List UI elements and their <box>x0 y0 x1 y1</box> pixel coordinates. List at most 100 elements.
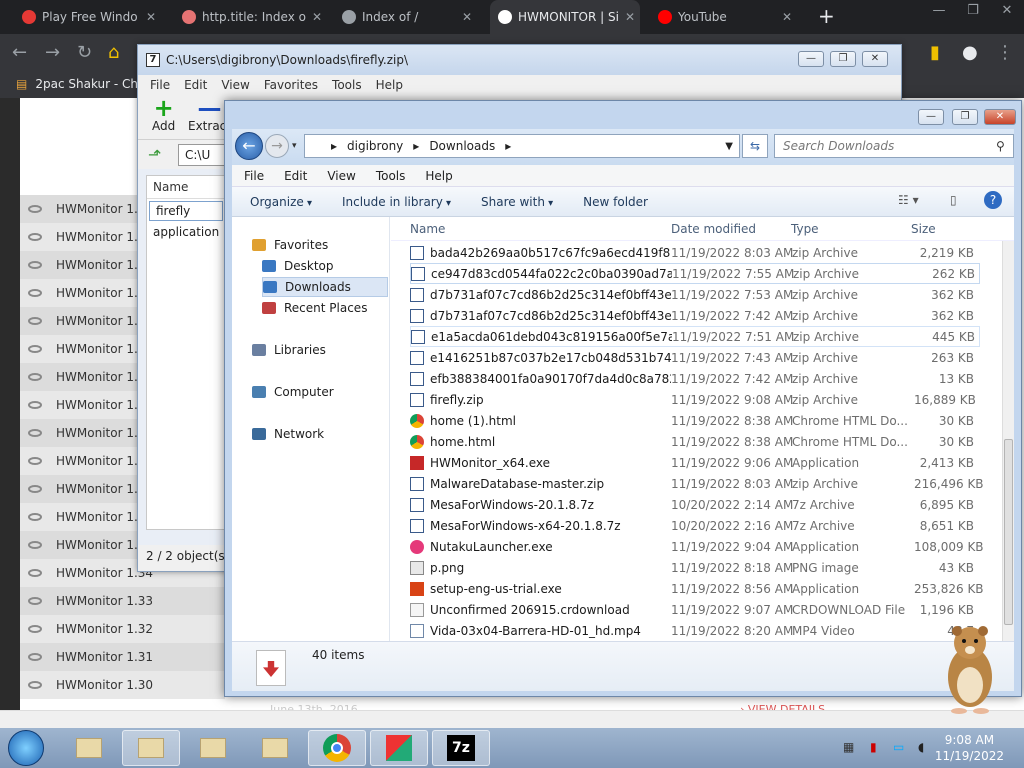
start-button[interactable] <box>8 730 44 766</box>
explorer-close-button[interactable]: ✕ <box>984 109 1016 125</box>
hwmonitor-version-row[interactable]: HWMonitor 1.33 <box>20 587 225 615</box>
7zip-menu-help[interactable]: Help <box>376 78 403 92</box>
7zip-item-firefly[interactable]: firefly <box>149 201 223 221</box>
file-row[interactable]: d7b731af07c7cd86b2d25c314ef0bff43e3c... 1… <box>410 305 980 326</box>
tray-volume-icon[interactable]: ◖ <box>918 740 924 754</box>
menu-file[interactable]: File <box>244 169 264 183</box>
page-horizontal-scrollbar[interactable] <box>0 710 1024 728</box>
help-icon[interactable]: ? <box>984 191 1002 209</box>
7zip-close-button[interactable]: ✕ <box>862 51 888 67</box>
file-row[interactable]: p.png 11/19/2022 8:18 AM PNG image 43 KB <box>410 557 980 578</box>
file-row[interactable]: Unconfirmed 206915.crdownload 11/19/2022 … <box>410 599 980 620</box>
file-row[interactable]: MesaForWindows-x64-20.1.8.7z 10/20/2022 2… <box>410 515 980 536</box>
tray-network-icon[interactable]: ▦ <box>843 740 854 754</box>
nav-recent-places[interactable]: Recent Places <box>262 298 367 318</box>
nav-favorites[interactable]: Favorites <box>252 235 328 255</box>
file-row[interactable]: bada42b269aa0b517c67fc9a6ecd419f820... 11… <box>410 242 980 263</box>
col-date-modified[interactable]: Date modified <box>671 222 756 236</box>
add-button[interactable]: + Add <box>152 96 175 133</box>
7zip-menu-file[interactable]: File <box>150 78 170 92</box>
taskbar-folder-3[interactable] <box>184 730 242 766</box>
file-row[interactable]: d7b731af07c7cd86b2d25c314ef0bff43e3c... 1… <box>410 284 980 305</box>
search-input[interactable]: Search Downloads <box>774 134 1014 158</box>
nav-network[interactable]: Network <box>252 424 324 444</box>
file-row[interactable]: MesaForWindows-20.1.8.7z 10/20/2022 2:14 … <box>410 494 980 515</box>
up-folder-icon[interactable]: ⬏ <box>148 145 161 164</box>
file-row[interactable]: home.html 11/19/2022 8:38 AM Chrome HTML D… <box>410 431 980 452</box>
menu-icon[interactable]: ⋮ <box>996 42 1014 63</box>
file-row[interactable]: e1a5acda061debd043c819156a00f5e7a90...11… <box>410 326 980 347</box>
browser-tab[interactable]: Index of / ✕ <box>334 0 480 34</box>
command-new-folder[interactable]: New folder <box>583 195 648 209</box>
forward-button[interactable]: → <box>265 134 289 158</box>
recent-pages-icon[interactable]: ▾ <box>292 141 297 151</box>
7zip-maximize-button[interactable]: ❐ <box>830 51 856 67</box>
taskbar-folder-2[interactable] <box>122 730 180 766</box>
taskbar-folder-4[interactable] <box>246 730 304 766</box>
taskbar-app[interactable] <box>370 730 428 766</box>
explorer-maximize-button[interactable]: ❐ <box>952 109 978 125</box>
7zip-menu-favorites[interactable]: Favorites <box>264 78 318 92</box>
browser-tab[interactable]: HWMONITOR | Si ✕ <box>490 0 640 34</box>
menu-edit[interactable]: Edit <box>284 169 307 183</box>
file-row[interactable]: HWMonitor_x64.exe 11/19/2022 9:06 AM Appli… <box>410 452 980 473</box>
back-arrow-icon[interactable]: ← <box>12 42 27 63</box>
file-row[interactable]: NutakuLauncher.exe 11/19/2022 9:04 AM Appl… <box>410 536 984 557</box>
col-name[interactable]: Name <box>410 222 445 236</box>
7zip-col-name[interactable]: Name <box>147 176 225 199</box>
nav-downloads[interactable]: Downloads <box>262 277 388 297</box>
nav-libraries[interactable]: Libraries <box>252 340 326 360</box>
taskbar-folder-1[interactable] <box>60 730 118 766</box>
file-row[interactable]: ce947d83cd0544fa022c2c0ba0390ad7a0c...11… <box>410 263 980 284</box>
7zip-item-application[interactable]: application <box>147 223 225 241</box>
maximize-icon[interactable]: ❐ <box>956 0 990 24</box>
nav-computer[interactable]: Computer <box>252 382 334 402</box>
command-share-with[interactable]: Share with <box>481 195 553 209</box>
preview-pane-icon[interactable]: ▯ <box>950 193 957 207</box>
bookmark-link[interactable]: 2pac Shakur - Chro <box>35 77 150 91</box>
7zip-menu-view[interactable]: View <box>221 78 249 92</box>
new-tab-button[interactable]: + <box>818 4 835 28</box>
refresh-button[interactable]: ⇆ <box>742 134 768 158</box>
file-row[interactable]: efb388384001fa0a90170f7da4d0c8a782f64...… <box>410 368 980 389</box>
nav-desktop[interactable]: Desktop <box>262 256 334 276</box>
back-button[interactable]: ← <box>235 132 263 160</box>
hwmonitor-version-row[interactable]: HWMonitor 1.31 <box>20 643 225 671</box>
reload-icon[interactable]: ↻ <box>77 42 92 63</box>
menu-tools[interactable]: Tools <box>376 169 406 183</box>
browser-tab[interactable]: Play Free Windo ✕ <box>14 0 164 34</box>
menu-view[interactable]: View <box>327 169 355 183</box>
hwmonitor-version-row[interactable]: HWMonitor 1.30 <box>20 671 225 699</box>
tab-close-icon[interactable]: ✕ <box>312 10 322 24</box>
tab-close-icon[interactable]: ✕ <box>625 10 635 24</box>
7zip-menu-tools[interactable]: Tools <box>332 78 362 92</box>
taskbar-chrome[interactable] <box>308 730 366 766</box>
address-dropdown-icon[interactable]: ▼ <box>725 141 733 152</box>
close-icon[interactable]: ✕ <box>990 0 1024 24</box>
file-row[interactable]: firefly.zip 11/19/2022 9:08 AM zip Archive… <box>410 389 980 410</box>
tab-close-icon[interactable]: ✕ <box>462 10 472 24</box>
browser-tab[interactable]: http.title: Index o ✕ <box>174 0 324 34</box>
home-icon[interactable]: ⌂ <box>108 42 119 63</box>
tray-flag-icon[interactable]: ▮ <box>870 740 877 754</box>
minimize-icon[interactable]: — <box>922 0 956 24</box>
hwmonitor-version-row[interactable]: HWMonitor 1.32 <box>20 615 225 643</box>
7zip-menu-edit[interactable]: Edit <box>184 78 207 92</box>
col-type[interactable]: Type <box>791 222 819 236</box>
file-row[interactable]: home (1).html 11/19/2022 8:38 AM Chrome HT… <box>410 410 980 431</box>
file-row[interactable]: e1416251b87c037b2e17cb048d531b742b2...11… <box>410 347 980 368</box>
browser-tab[interactable]: YouTube ✕ <box>650 0 800 34</box>
file-row[interactable]: MalwareDatabase-master.zip 11/19/2022 8:0… <box>410 473 984 494</box>
address-bar[interactable]: ▸ digibrony ▸ Downloads ▸ ▼ <box>304 134 740 158</box>
file-row[interactable]: Vida-03x04-Barrera-HD-01_hd.mp4 11/19/202… <box>410 620 980 641</box>
command-organize[interactable]: Organize <box>250 195 312 209</box>
7zip-minimize-button[interactable]: — <box>798 51 824 67</box>
tab-close-icon[interactable]: ✕ <box>146 10 156 24</box>
menu-help[interactable]: Help <box>425 169 452 183</box>
explorer-minimize-button[interactable]: — <box>918 109 944 125</box>
scrollbar-thumb[interactable] <box>1004 439 1013 625</box>
forward-arrow-icon[interactable]: → <box>45 42 60 63</box>
tray-display-icon[interactable]: ▭ <box>893 740 904 754</box>
clock[interactable]: 9:08 AM 11/19/2022 <box>935 732 1004 764</box>
profile-icon[interactable]: ● <box>962 42 978 63</box>
